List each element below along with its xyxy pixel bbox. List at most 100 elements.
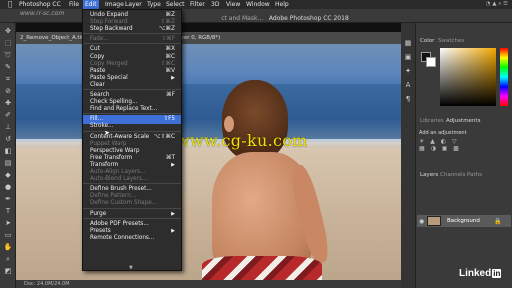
tools-panel: ✥ ⬚ ➰ ✎ ⌗ ⊘ ✚ ✐ ⊥ ↺ ◧ ▤ ◆ ● ✒ T ➤ ▭ ✋ ⌕ … [0, 23, 16, 288]
marquee-tool-icon[interactable]: ⬚ [3, 39, 13, 47]
menu-item-label: Auto-Blend Layers... [90, 176, 148, 183]
adjustment-icons[interactable]: ☀ ▲ ◐ ▽ ▦ ◑ ▣ ▩ [419, 138, 461, 152]
watermark-text: www.cg-ku.com [176, 131, 308, 150]
menu-item-label: Perspective Warp [90, 147, 140, 154]
tab-swatches[interactable]: Swatches [438, 38, 464, 44]
menu-item-label: Presets [90, 227, 111, 234]
menu-item-label: Step Forward [90, 19, 128, 26]
tab-adjustments[interactable]: Adjustments [446, 118, 480, 124]
blur-tool-icon[interactable]: ◆ [3, 171, 13, 179]
brush-panel-icon[interactable]: ✦ [403, 67, 413, 75]
quick-select-tool-icon[interactable]: ✎ [3, 63, 13, 71]
history-brush-tool-icon[interactable]: ↺ [3, 135, 13, 143]
menu-item-label: Stroke... [90, 123, 114, 130]
menu-item-label: Transform [90, 161, 119, 168]
menu-item-label: Paste [90, 67, 106, 74]
color-swatches-icon[interactable]: ◩ [3, 267, 13, 275]
menu-item-label: Paste Special [90, 74, 128, 81]
eraser-tool-icon[interactable]: ◧ [3, 147, 13, 155]
layer-thumbnail [427, 216, 441, 226]
menu-separator [83, 89, 181, 90]
background-color-swatch[interactable] [426, 57, 436, 67]
layer-visibility-eye-icon[interactable]: ◉ [419, 218, 424, 225]
menu-select[interactable]: Select [164, 0, 187, 9]
menu-3d[interactable]: 3D [209, 0, 221, 9]
menu-file[interactable]: File [67, 0, 81, 9]
rectangle-tool-icon[interactable]: ▭ [3, 231, 13, 239]
menu-item-label: Define Brush Preset... [90, 186, 152, 193]
tab-layers[interactable]: Layers [420, 172, 438, 178]
hand-tool-icon[interactable]: ✋ [3, 243, 13, 251]
type-tool-icon[interactable]: T [3, 207, 13, 215]
clone-stamp-tool-icon[interactable]: ⊥ [3, 123, 13, 131]
properties-panel-icon[interactable]: ▣ [403, 53, 413, 61]
menu-layer[interactable]: Layer [123, 0, 144, 9]
menu-item-label: Auto-Align Layers... [90, 169, 146, 175]
menu-item-label: Puppet Warp [90, 140, 127, 147]
menu-separator [83, 33, 181, 35]
menu-item-label: Copy Merged [90, 60, 128, 67]
brush-tool-icon[interactable]: ✐ [3, 111, 13, 119]
menu-item-label: Cut [90, 46, 100, 53]
move-tool-icon[interactable]: ✥ [3, 27, 13, 35]
menu-item-label: Search [90, 92, 110, 98]
window-title: ct and Mask... Adobe Photoshop CC 2018 [170, 14, 400, 24]
tab-channels[interactable]: Channels [440, 172, 465, 178]
linkedin-in-mark: in [492, 269, 502, 278]
menu-separator [83, 183, 181, 185]
child-ear [224, 116, 234, 132]
menu-help[interactable]: Help [273, 0, 291, 9]
menu-type[interactable]: Type [145, 0, 163, 9]
menu-separator [83, 207, 181, 209]
menu-item-label: Fill... [90, 116, 104, 123]
image-canvas[interactable] [16, 44, 401, 280]
paragraph-panel-icon[interactable]: ¶ [403, 95, 413, 103]
linkedin-text: Linked [459, 268, 492, 279]
layer-lock-icon: 🔒 [494, 218, 502, 225]
menu-item-label: Content-Aware Scale [90, 133, 150, 140]
document-tab[interactable]: 2_Remove_Object_A.tif @ 21 33.7% (Layer … [16, 32, 401, 44]
crop-tool-icon[interactable]: ⌗ [3, 75, 13, 83]
menu-view[interactable]: View [224, 0, 242, 9]
character-panel-icon[interactable]: A [403, 81, 413, 89]
site-watermark: www.rr-sc.com [20, 10, 65, 17]
path-select-tool-icon[interactable]: ➤ [3, 219, 13, 227]
pen-tool-icon[interactable]: ✒ [3, 195, 13, 203]
gradient-tool-icon[interactable]: ▤ [3, 159, 13, 167]
menu-item-remote-connections[interactable]: Remote Connections... [90, 234, 175, 243]
menu-filter[interactable]: Filter [188, 0, 207, 9]
menu-item-label: Check Spelling... [90, 99, 138, 106]
menu-app[interactable]: Photoshop CC [17, 0, 63, 9]
tab-libraries[interactable]: Libraries [420, 118, 444, 124]
menubar-status-icons: ◔ ▲ ⌕ ☰ [485, 1, 508, 7]
healing-brush-tool-icon[interactable]: ✚ [3, 99, 13, 107]
apple-icon[interactable]:  [6, 0, 14, 9]
zoom-tool-icon[interactable]: ⌕ [3, 255, 13, 263]
history-panel-icon[interactable]: ▦ [403, 39, 413, 47]
app-title: Adobe Photoshop CC 2018 [268, 15, 349, 22]
menu-separator [83, 130, 181, 132]
menu-item-label: Step Backward [90, 26, 133, 33]
menu-item-label: Clear [90, 81, 105, 88]
tab-paths[interactable]: Paths [467, 172, 482, 178]
menu-item-label: Define Pattern... [90, 193, 137, 200]
menu-scroll-down-icon[interactable]: ▼ [129, 265, 133, 271]
menu-item-label: Purge [90, 210, 107, 217]
doc-tab-right-text: ct and Mask... [221, 15, 264, 22]
dodge-tool-icon[interactable]: ● [3, 183, 13, 191]
menu-edit[interactable]: Edit [83, 0, 99, 9]
tab-color[interactable]: Color [420, 38, 434, 44]
menu-item-label: Free Transform [90, 154, 133, 161]
menu-item-label: Fade... [90, 36, 109, 43]
add-adjustment-label: Add an adjustment [419, 130, 467, 136]
menu-separator [83, 43, 181, 45]
menu-item-label: Define Custom Shape... [90, 200, 158, 207]
hue-slider[interactable] [500, 48, 508, 106]
color-picker-field[interactable] [440, 48, 496, 106]
menu-separator [83, 113, 181, 115]
eyedropper-tool-icon[interactable]: ⊘ [3, 87, 13, 95]
lasso-tool-icon[interactable]: ➰ [3, 51, 13, 59]
menu-bar:  Photoshop CC File Edit Image Layer Typ… [0, 0, 512, 9]
status-bar: Doc: 24.0M/24.0M [16, 280, 401, 288]
menu-window[interactable]: Window [244, 0, 272, 9]
